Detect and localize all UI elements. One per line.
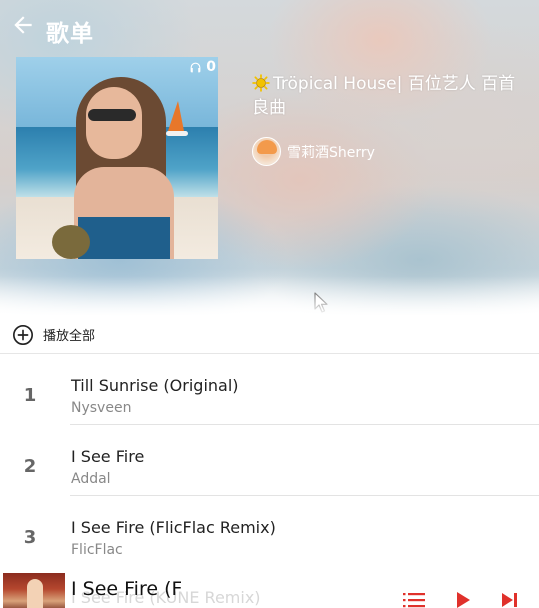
mini-player-title[interactable]: I See Fire (Fli [71,578,181,600]
next-icon[interactable] [499,592,521,608]
list-item[interactable]: 3 I See Fire (FlicFlac Remix) FlicFlac [0,496,539,567]
arrow-left-icon[interactable] [10,12,36,38]
page-title: 歌单 [46,21,94,47]
song-artist: Nysveen [71,400,132,416]
song-index: 2 [23,456,37,477]
playlist-title: Tröpical House| 百位艺人 百首良曲 [252,72,522,120]
song-index: 3 [23,527,37,548]
song-name[interactable]: I See Fire (FlicFlac Remix) [71,518,276,537]
song-index: 1 [23,385,37,406]
list-item[interactable]: 1 Till Sunrise (Original) Nysveen [0,354,539,425]
playlist-icon[interactable] [403,592,425,608]
playlist-header: 歌单 0 Tröpical House| 百位艺人 百首良曲 雪莉酒Sherry [0,0,539,316]
list-item[interactable]: 2 I See Fire Addal [0,425,539,496]
play-all-label[interactable]: 播放全部 [43,325,95,344]
play-all-bar[interactable]: 播放全部 [0,316,539,354]
song-artist: FlicFlac [71,542,123,558]
play-count: 0 [189,59,216,75]
play-icon[interactable] [452,592,474,608]
song-list: 1 Till Sunrise (Original) Nysveen 2 I Se… [0,354,539,567]
playlist-title-text: Tröpical House| 百位艺人 百首良曲 [252,74,516,118]
headphones-icon [190,62,201,72]
play-count-value: 0 [206,59,216,75]
playlist-cover[interactable]: 0 [16,57,218,259]
plus-circle-icon[interactable] [12,324,34,346]
song-name[interactable]: Till Sunrise (Original) [71,376,239,395]
author-name[interactable]: 雪莉酒Sherry [287,142,375,162]
avatar[interactable] [252,137,281,166]
playlist-author[interactable]: 雪莉酒Sherry [252,137,375,166]
mini-player[interactable]: I See Fire (KUNE Remix) I See Fire (Fli [0,570,539,608]
sun-icon [252,74,270,92]
mouse-cursor-icon [314,292,328,313]
mini-player-cover[interactable] [3,573,65,608]
song-name[interactable]: I See Fire [71,447,144,466]
song-artist: Addal [71,471,111,487]
